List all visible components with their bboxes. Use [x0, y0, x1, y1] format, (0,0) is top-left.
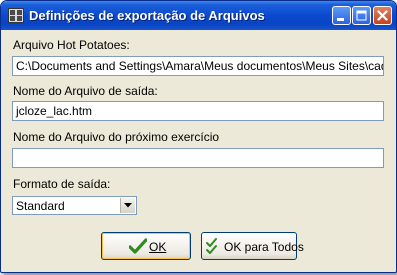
hot-potatoes-file-input[interactable]: C:\Documents and Settings\Amara\Meus doc…	[12, 56, 384, 76]
close-button[interactable]	[373, 6, 392, 25]
ok-button[interactable]: OK	[101, 232, 191, 260]
export-settings-dialog: Definições de exportação de Arquivos Arq…	[0, 0, 397, 273]
output-format-select[interactable]: Standard	[12, 196, 137, 215]
title-bar[interactable]: Definições de exportação de Arquivos	[1, 1, 396, 30]
minimize-button[interactable]	[332, 6, 351, 25]
ok-button-label: OK	[149, 240, 167, 254]
ok-for-all-button-label: OK para Todos	[224, 240, 304, 254]
hot-potatoes-file-label: Arquivo Hot Potatoes:	[13, 38, 130, 52]
chevron-down-icon	[124, 203, 132, 208]
maximize-button[interactable]	[352, 6, 371, 25]
close-icon	[377, 10, 388, 21]
minimize-icon	[337, 18, 344, 21]
output-format-value: Standard	[16, 199, 65, 213]
next-exercise-file-label: Nome do Arquivo do próximo exercício	[13, 130, 220, 144]
checkmark-icon	[129, 238, 147, 254]
ok-for-all-button[interactable]: OK para Todos	[201, 232, 304, 260]
window-title: Definições de exportação de Arquivos	[29, 8, 265, 23]
output-format-label: Formato de saída:	[13, 177, 111, 191]
double-checkmark-icon	[206, 238, 217, 254]
maximize-icon	[356, 10, 367, 21]
next-exercise-file-input[interactable]	[12, 148, 384, 168]
output-file-name-label: Nome do Arquivo de saída:	[13, 84, 158, 98]
dropdown-arrow-button[interactable]	[120, 198, 135, 213]
app-icon	[8, 8, 24, 23]
output-file-name-input[interactable]: jcloze_lac.htm	[12, 101, 384, 121]
